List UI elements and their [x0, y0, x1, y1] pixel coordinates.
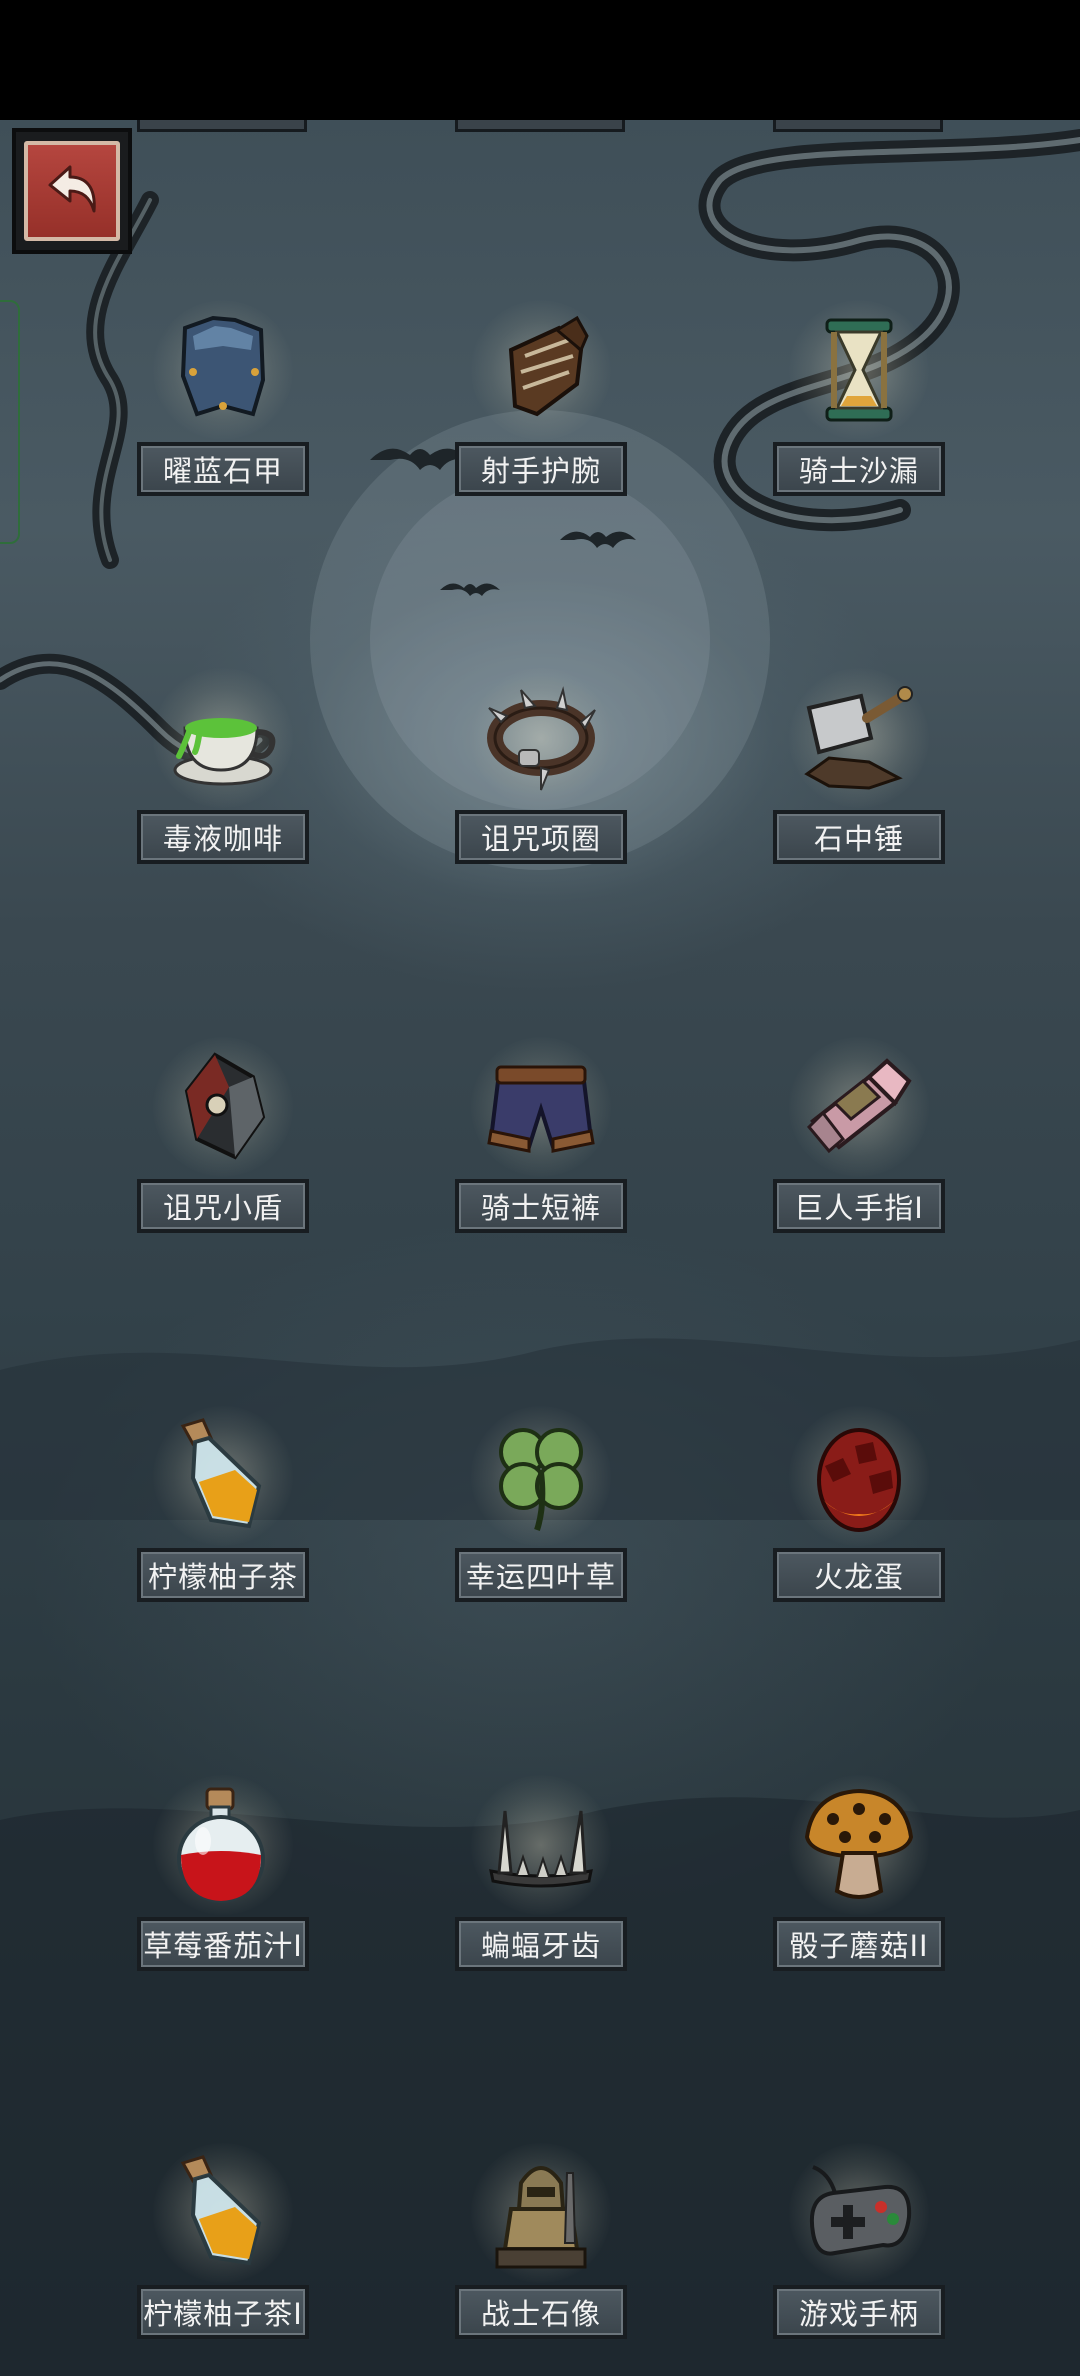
item-slot[interactable]: 柠檬柚子茶I — [133, 2143, 313, 2343]
back-button-face — [24, 141, 120, 241]
back-button[interactable] — [12, 128, 132, 254]
item-label: 柠檬柚子茶 — [137, 1548, 309, 1602]
knight-shorts-icon — [487, 1065, 595, 1153]
item-slot[interactable]: 射手护腕 — [451, 300, 631, 500]
item-label: 骑士沙漏 — [773, 442, 945, 496]
item-slot[interactable]: 战士石像 — [451, 2143, 631, 2343]
item-label: 巨人手指I — [773, 1179, 945, 1233]
item-slot[interactable]: 巨人手指I — [769, 1037, 949, 1237]
gamepad-icon — [810, 2165, 912, 2256]
dragon-egg-icon — [817, 1428, 901, 1532]
dice-mushroom-icon — [804, 1788, 914, 1899]
warrior-statue-icon — [495, 2166, 587, 2269]
item-slot[interactable]: 诅咒项圈 — [451, 668, 631, 868]
item-label: 石中锤 — [773, 810, 945, 864]
cursed-collar-icon — [487, 686, 596, 791]
item-label: 骑士短裤 — [455, 1179, 627, 1233]
item-slot[interactable]: 诅咒小盾 — [133, 1037, 313, 1237]
item-label: 战士石像 — [455, 2285, 627, 2339]
item-slot[interactable]: 曜蓝石甲 — [133, 300, 313, 500]
giant-finger-icon — [806, 1058, 912, 1154]
item-label: 游戏手柄 — [773, 2285, 945, 2339]
item-slot[interactable]: 游戏手柄 — [769, 2143, 949, 2343]
four-leaf-clover-icon — [499, 1428, 583, 1531]
item-slot[interactable]: 火龙蛋 — [769, 1406, 949, 1606]
item-label: 毒液咖啡 — [137, 810, 309, 864]
item-label: 诅咒项圈 — [455, 810, 627, 864]
strawberry-juice-flask-icon — [177, 1787, 265, 1903]
item-slot[interactable]: 柠檬柚子茶 — [133, 1406, 313, 1606]
cursed-shield-icon — [184, 1052, 266, 1160]
item-label: 火龙蛋 — [773, 1548, 945, 1602]
item-label: 柠檬柚子茶I — [137, 2285, 309, 2339]
item-label: 幸运四叶草 — [455, 1548, 627, 1602]
item-slot[interactable]: 蝙蝠牙齿 — [451, 1775, 631, 1975]
return-arrow-icon — [48, 165, 96, 213]
item-label: 曜蓝石甲 — [137, 442, 309, 496]
blue-armor-icon — [180, 315, 266, 417]
citron-tea-bottle-icon — [180, 2155, 262, 2266]
item-collection-screen: 曜蓝石甲 射手护腕 骑士沙漏 毒液咖啡 诅咒项圈 石中锤 诅咒小盾 骑士短裤 巨… — [0, 0, 1080, 2376]
status-bar-area — [0, 0, 1080, 120]
citron-tea-bottle-icon — [180, 1418, 262, 1529]
archer-bracer-icon — [508, 315, 589, 417]
knight-hourglass-icon — [825, 318, 893, 422]
side-drawer-tab[interactable] — [0, 300, 20, 544]
item-slot[interactable]: 毒液咖啡 — [133, 668, 313, 868]
item-slot[interactable]: 石中锤 — [769, 668, 949, 868]
item-slot[interactable]: 幸运四叶草 — [451, 1406, 631, 1606]
item-slot[interactable]: 草莓番茄汁I — [133, 1775, 313, 1975]
venom-coffee-icon — [173, 718, 276, 786]
item-label: 骰子蘑菇II — [773, 1917, 945, 1971]
item-label: 诅咒小盾 — [137, 1179, 309, 1233]
item-label: 蝙蝠牙齿 — [455, 1917, 627, 1971]
stone-hammer-icon — [804, 686, 913, 790]
item-label: 射手护腕 — [455, 442, 627, 496]
bat-teeth-icon — [489, 1810, 593, 1888]
item-slot[interactable]: 骰子蘑菇II — [769, 1775, 949, 1975]
item-slot[interactable]: 骑士沙漏 — [769, 300, 949, 500]
item-label: 草莓番茄汁I — [137, 1917, 309, 1971]
item-slot[interactable]: 骑士短裤 — [451, 1037, 631, 1237]
